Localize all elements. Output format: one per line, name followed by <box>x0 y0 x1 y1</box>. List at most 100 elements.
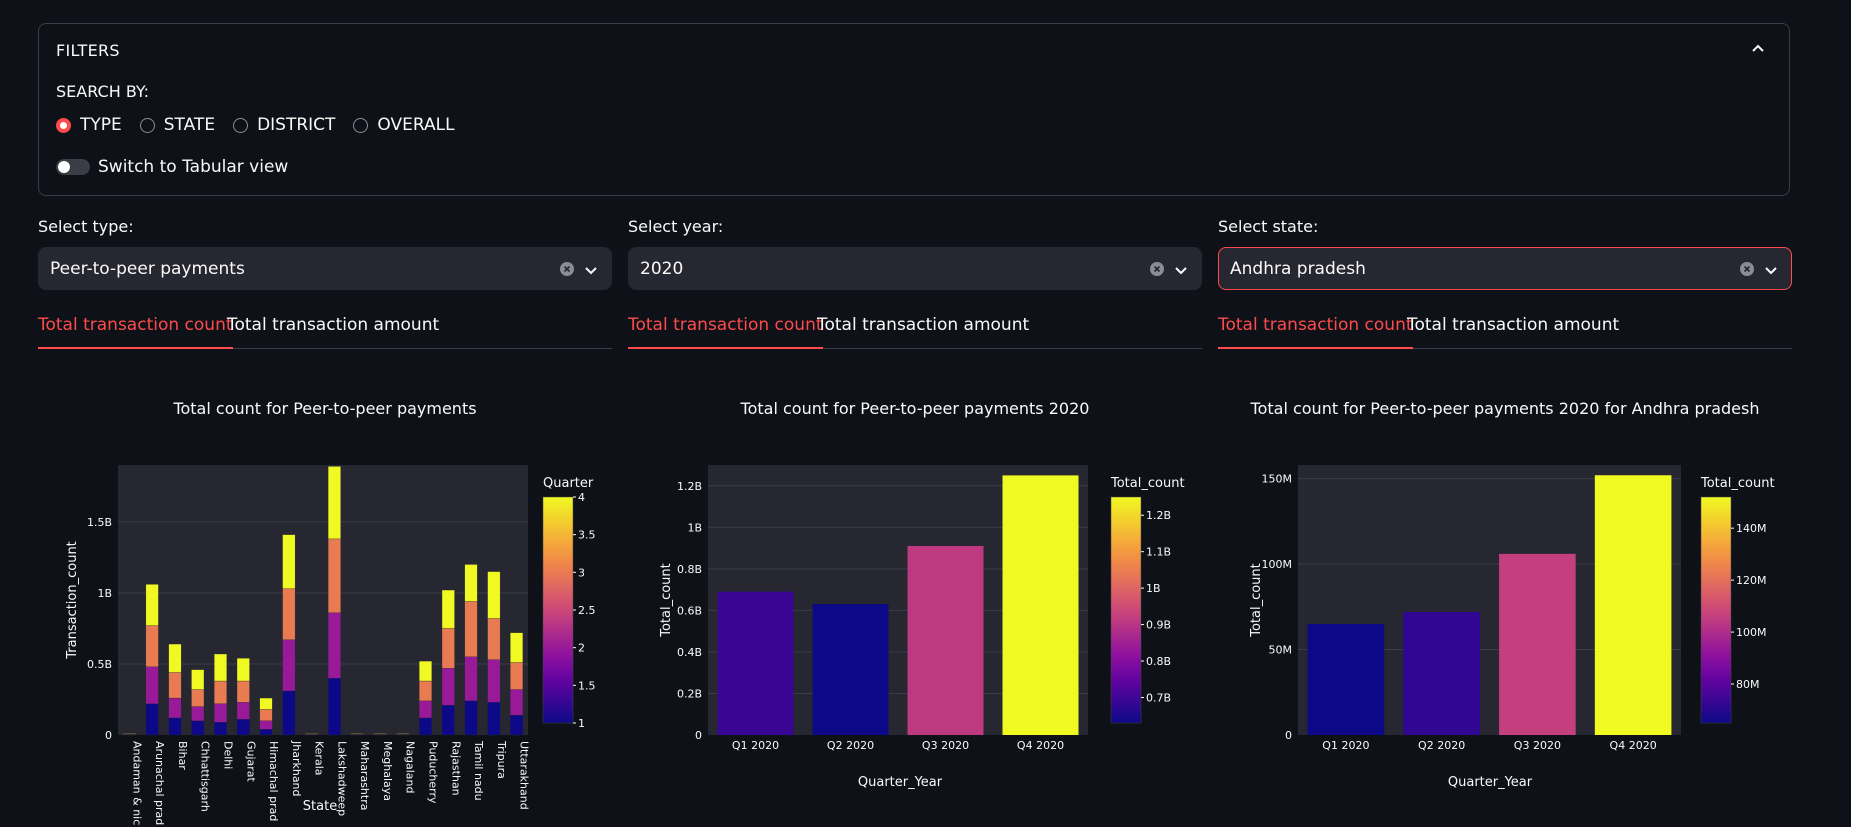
bar-segment <box>350 733 364 735</box>
colorbar-tick-label: 80M <box>1736 678 1760 691</box>
select-year-dropdown[interactable]: 2020 <box>628 247 1202 290</box>
tab-total-transaction-amount[interactable]: Total transaction amount <box>227 315 439 347</box>
colorbar-title: Total_count <box>1110 476 1185 491</box>
bar-segment <box>145 703 159 736</box>
x-tick-label: Uttarakhand <box>518 741 531 810</box>
bar-segment <box>145 584 159 626</box>
select-type-dropdown[interactable]: Peer-to-peer payments <box>38 247 612 290</box>
y-tick-label: 0.4B <box>677 646 702 659</box>
bar-segment <box>191 669 205 690</box>
bar-segment <box>419 680 432 702</box>
x-tick-label: Tripura <box>495 740 508 779</box>
tab-total-transaction-count[interactable]: Total transaction count <box>1218 315 1413 349</box>
x-tick-label: Maharashtra <box>358 741 371 811</box>
colorbar-tick-label: 2.5 <box>578 604 596 617</box>
bar-segment <box>464 564 478 602</box>
chart-title: Total count for Peer-to-peer payments <box>172 399 476 418</box>
bar-segment <box>168 717 182 736</box>
tab-total-transaction-count[interactable]: Total transaction count <box>38 315 233 349</box>
clear-icon[interactable] <box>1149 261 1165 277</box>
x-tick-label: Bihar <box>176 741 189 770</box>
bar-segment <box>236 719 250 736</box>
bar-segment <box>441 628 455 669</box>
bar-segment <box>305 733 319 735</box>
bar-segment <box>396 733 410 734</box>
bar-segment <box>214 722 227 736</box>
chart-title: Total count for Peer-to-peer payments 20… <box>1250 399 1760 418</box>
x-tick-label: Himachal prad <box>267 741 280 821</box>
y-tick-label: 1B <box>97 587 112 600</box>
y-tick-label: 0.2B <box>677 687 702 700</box>
colorbar-tick-label: 4 <box>578 491 585 504</box>
x-tick-label: Nagaland <box>404 741 417 793</box>
colorbar-tick-label: 0.8B <box>1146 655 1171 668</box>
bar-segment <box>168 672 182 699</box>
bar-segment <box>214 653 227 682</box>
column-type: Select type: Peer-to-peer payments Total… <box>38 0 612 827</box>
bar-segment <box>282 534 296 589</box>
x-axis-label: Quarter_Year <box>858 775 943 790</box>
bar-segment <box>236 702 250 720</box>
tab-total-transaction-amount[interactable]: Total transaction amount <box>1407 315 1619 347</box>
clear-icon[interactable] <box>559 261 575 277</box>
colorbar-tick-label: 0.7B <box>1146 691 1171 704</box>
y-tick-label: 0.8B <box>677 563 702 576</box>
bar-segment <box>441 668 455 706</box>
bar-segment <box>305 733 319 735</box>
bar-segment <box>419 660 432 682</box>
bar-segment <box>327 612 341 679</box>
chevron-down-icon[interactable] <box>583 262 599 278</box>
chevron-down-icon[interactable] <box>1763 262 1779 278</box>
bar-segment <box>350 733 364 734</box>
chart-quarter-year: Total count for Peer-to-peer payments 20… <box>659 399 1185 790</box>
x-tick-label: Q2 2020 <box>827 739 874 752</box>
bar-segment <box>464 656 478 702</box>
y-tick-label: 0.5B <box>87 658 112 671</box>
y-tick-label: 1.2B <box>677 480 702 493</box>
clear-icon[interactable] <box>1739 261 1755 277</box>
bar-segment <box>396 733 410 735</box>
bar <box>1002 475 1079 735</box>
colorbar-title: Total_count <box>1700 476 1775 491</box>
y-axis-label: Total_count <box>659 563 674 638</box>
select-state-value: Andhra pradesh <box>1230 259 1366 279</box>
bar <box>1594 475 1672 735</box>
colorbar-tick-label: 2 <box>578 642 585 655</box>
bar-segment <box>122 733 136 735</box>
y-tick-label: 50M <box>1269 644 1293 657</box>
x-tick-label: Q3 2020 <box>1514 739 1561 752</box>
select-year-label: Select year: <box>628 217 724 236</box>
bar-segment <box>122 734 136 736</box>
bar-segment <box>214 680 227 704</box>
bar-segment <box>145 625 159 667</box>
chart-title: Total count for Peer-to-peer payments 20… <box>740 399 1090 418</box>
bar <box>717 591 794 735</box>
tab-total-transaction-count[interactable]: Total transaction count <box>628 315 823 349</box>
x-tick-label: Q2 2020 <box>1418 739 1465 752</box>
tab-total-transaction-amount[interactable]: Total transaction amount <box>817 315 1029 347</box>
x-tick-label: Chhattisgarh <box>199 741 212 812</box>
x-axis-label: Quarter_Year <box>1448 775 1533 790</box>
x-axis-label: State <box>303 799 337 814</box>
chevron-down-icon[interactable] <box>1173 262 1189 278</box>
colorbar-tick-label: 1.1B <box>1146 546 1171 559</box>
x-tick-label: Kerala <box>313 741 326 776</box>
bar-segment <box>327 678 341 736</box>
select-state-dropdown[interactable]: Andhra pradesh <box>1218 247 1792 290</box>
bar-segment <box>327 538 341 613</box>
bar-segment <box>510 714 524 736</box>
colorbar-tick-label: 1.5 <box>578 679 596 692</box>
x-tick-label: Q4 2020 <box>1610 739 1657 752</box>
bar-segment <box>396 733 410 735</box>
x-tick-label: Tamil nadu <box>472 740 485 801</box>
bar <box>812 604 889 735</box>
bar <box>907 546 984 735</box>
colorbar-tick-label: 1 <box>578 717 585 730</box>
bar-segment <box>373 734 387 736</box>
plot-area <box>708 465 1088 735</box>
bar-segment <box>259 697 273 710</box>
colorbar-tick-label: 100M <box>1736 626 1767 639</box>
bar <box>1403 611 1480 735</box>
bar <box>1499 553 1576 735</box>
x-tick-label: Lakshadweep <box>335 741 348 816</box>
